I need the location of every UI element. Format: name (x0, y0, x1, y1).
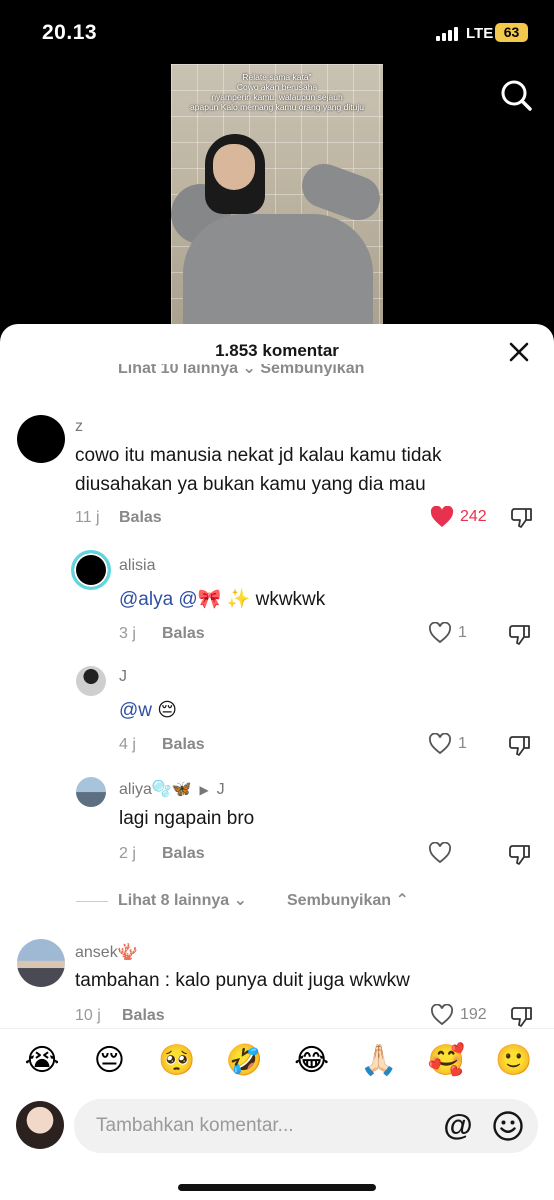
dislike-icon[interactable] (508, 623, 532, 647)
avatar[interactable] (17, 415, 65, 463)
like-count: 1 (458, 624, 467, 641)
comment-text: cowo itu manusia nekat jd kalau kamu tid… (75, 445, 442, 495)
avatar[interactable] (71, 550, 111, 590)
comment-time: 2 j (119, 845, 136, 862)
chevron-down-icon: ⌄ (233, 892, 247, 909)
dislike-icon[interactable] (510, 1005, 534, 1029)
avatar[interactable] (17, 939, 65, 987)
heart-filled-icon (430, 506, 454, 527)
view-more-replies-button[interactable]: Lihat 8 lainnya ⌄ (118, 890, 247, 910)
emoji-love-button[interactable]: 🥰 (427, 1041, 467, 1081)
emoji-smile-button[interactable]: 🙂 (494, 1041, 534, 1081)
comment-username[interactable]: z (75, 418, 83, 436)
emoji-pleading-button[interactable]: 🥺 (157, 1041, 197, 1081)
comment-text: @w 😔 (119, 700, 178, 721)
mention[interactable]: @alya @🎀 ✨ (119, 589, 250, 610)
close-icon[interactable] (506, 339, 532, 365)
hide-replies-button[interactable]: Sembunyikan ⌃ (287, 890, 409, 910)
dislike-icon[interactable] (508, 843, 532, 867)
current-user-avatar (16, 1101, 64, 1149)
video-preview[interactable]: Relate sama kata" Cowo akan berusaha nya… (171, 64, 383, 334)
reply-arrow-icon: ▶ (196, 783, 213, 797)
network-label: LTE (466, 25, 494, 42)
quick-emoji-row: 😭 😔 🥺 🤣 😂 🙏🏻 🥰 🙂 (22, 1041, 534, 1081)
emoji-picker-icon[interactable] (492, 1110, 524, 1142)
dislike-icon[interactable] (508, 734, 532, 758)
reply-button[interactable]: Balas (162, 625, 205, 643)
like-count: 192 (460, 1006, 487, 1023)
status-bar: 20.13 LTE 63 (0, 0, 554, 64)
like-button[interactable]: 192 (430, 1004, 487, 1026)
emoji-crying-button[interactable]: 😭 (22, 1041, 62, 1081)
emoji-pensive-button[interactable]: 😔 (89, 1041, 129, 1081)
like-button[interactable]: 1 (428, 733, 467, 755)
comment-username[interactable]: ansek🪸 (75, 942, 138, 962)
heart-outline-icon (431, 1004, 453, 1026)
comment-input[interactable] (96, 1099, 426, 1153)
more-replies-row: Lihat 8 lainnya ⌄ Sembunyikan ⌃ (0, 890, 554, 910)
signal-icon (436, 27, 458, 41)
heart-outline-icon (429, 842, 451, 864)
comment-text: tambahan : kalo punya duit juga wkwkw (75, 970, 410, 991)
dislike-icon[interactable] (510, 506, 534, 530)
emoji-joy-button[interactable]: 😂 (292, 1041, 332, 1081)
like-count: 242 (460, 508, 487, 525)
comment-time: 4 j (119, 736, 136, 753)
avatar[interactable] (76, 666, 106, 696)
search-icon[interactable] (499, 78, 533, 112)
comment-time: 10 j (75, 1007, 101, 1024)
heart-outline-icon (429, 733, 451, 755)
reply-button[interactable]: Balas (162, 736, 205, 754)
home-indicator[interactable] (178, 1184, 376, 1191)
video-caption: Relate sama kata" Cowo akan berusaha nya… (190, 72, 364, 112)
comment-username[interactable]: alisia (119, 557, 155, 575)
comment-text: lagi ngapain bro (119, 808, 255, 829)
comment-text: @alya @🎀 ✨ wkwkwk (119, 589, 326, 610)
battery-icon: 63 (495, 23, 528, 42)
emoji-rofl-button[interactable]: 🤣 (224, 1041, 264, 1081)
comment-username[interactable]: J (119, 668, 127, 686)
comment-input-bar: 😭 😔 🥺 🤣 😂 🙏🏻 🥰 🙂 @ (0, 1028, 554, 1200)
like-button[interactable]: 1 (428, 622, 467, 644)
like-button[interactable]: 242 (430, 506, 487, 528)
like-button[interactable] (428, 842, 458, 864)
reply-button[interactable]: Balas (122, 1007, 165, 1025)
cutoff-more-replies[interactable]: Lihat 10 lainnya ⌄ Sembunyikan (118, 364, 364, 376)
emoji-pray-button[interactable]: 🙏🏻 (359, 1041, 399, 1081)
comment-time: 11 j (75, 509, 100, 526)
comment-username[interactable]: aliya🫧🦋 ▶ J (119, 779, 225, 799)
comment-input-container[interactable]: @ (74, 1099, 538, 1153)
divider (76, 901, 108, 902)
avatar[interactable] (76, 777, 106, 807)
status-time: 20.13 (42, 21, 98, 44)
like-count: 1 (458, 735, 467, 752)
mention[interactable]: @w (119, 700, 152, 721)
mention-button[interactable]: @ (442, 1109, 474, 1143)
reply-button[interactable]: Balas (119, 509, 162, 527)
chevron-up-icon: ⌃ (395, 892, 409, 909)
heart-outline-icon (429, 622, 451, 644)
comment-time: 3 j (119, 625, 136, 642)
comment-count-title: 1.853 komentar (215, 341, 339, 360)
reply-button[interactable]: Balas (162, 845, 205, 863)
